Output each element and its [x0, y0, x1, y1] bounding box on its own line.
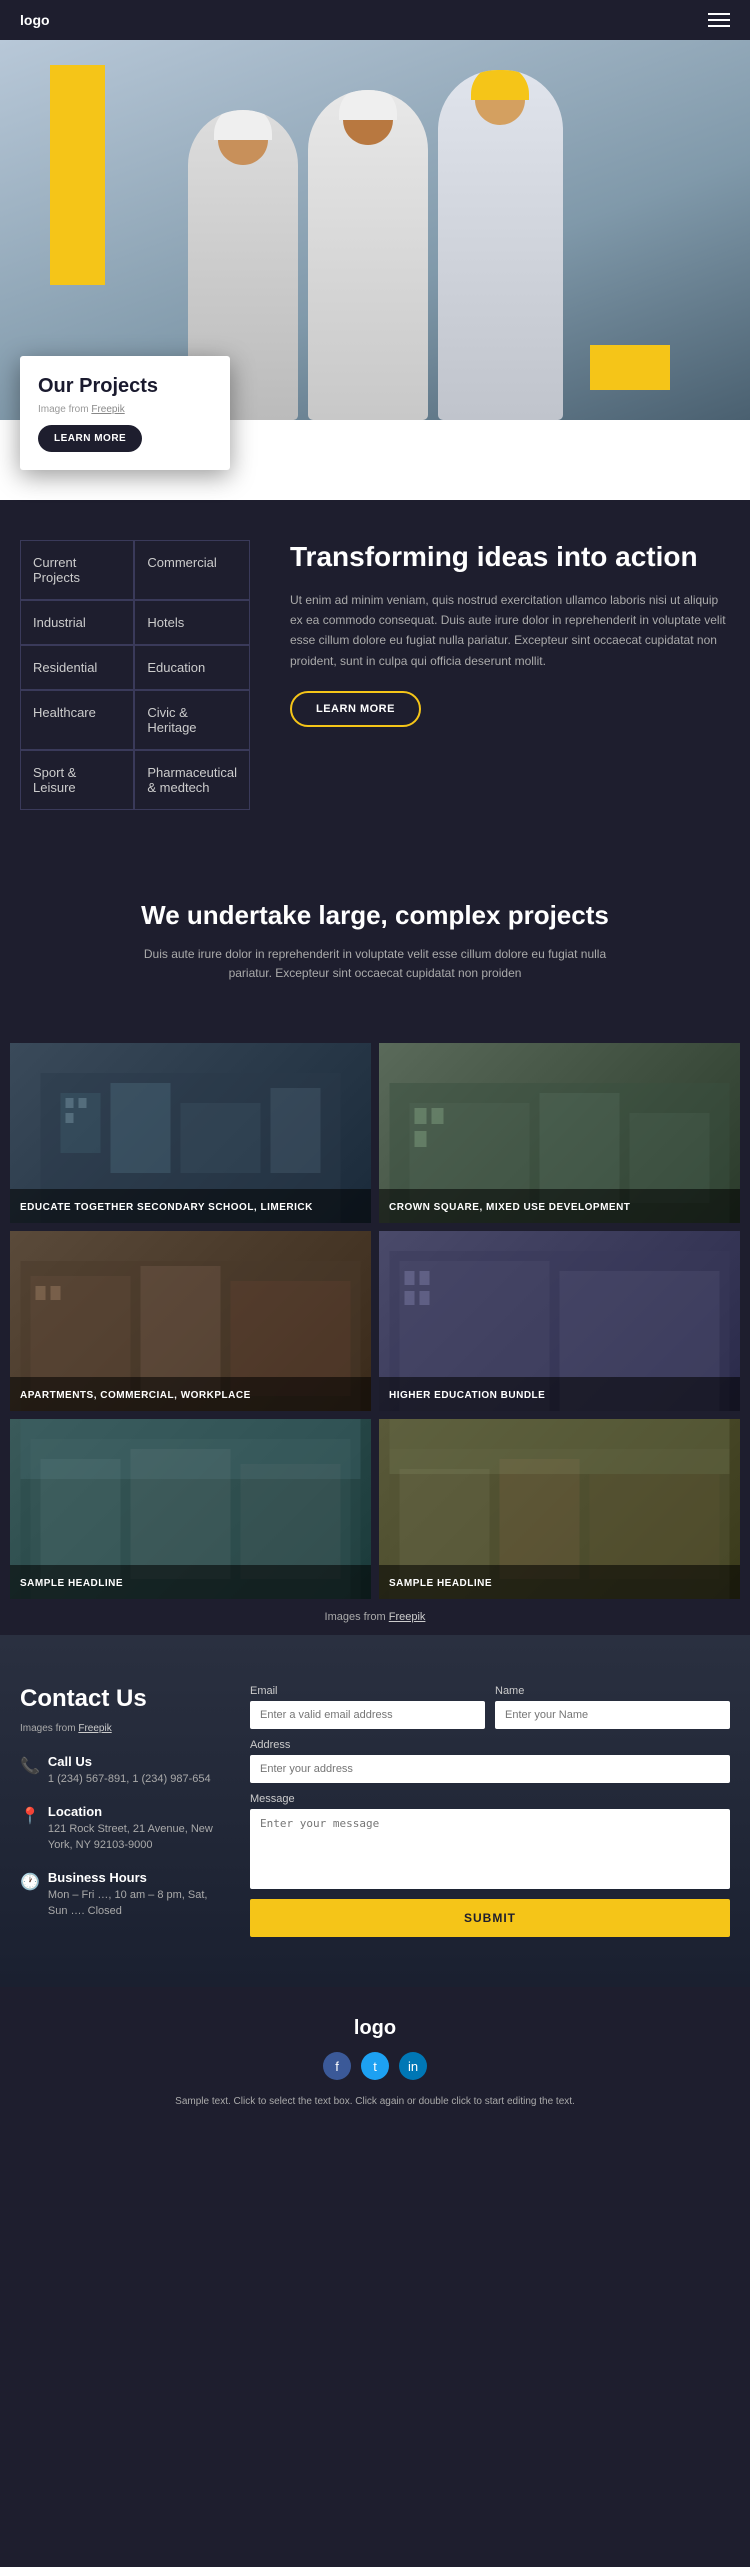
header-logo: logo [20, 12, 50, 28]
gallery-item-5[interactable]: SAMPLE HEADLINE [10, 1419, 371, 1599]
message-textarea[interactable] [250, 1809, 730, 1889]
menu-line-2 [708, 19, 730, 21]
hamburger-menu[interactable] [708, 13, 730, 27]
contact-location-item: 📍 Location 121 Rock Street, 21 Avenue, N… [20, 1804, 220, 1854]
category-civic-heritage[interactable]: Civic & Heritage [134, 690, 250, 750]
hero-credit: Image from Freepik [38, 404, 212, 415]
header: logo [0, 0, 750, 40]
fig-helmet-1 [214, 110, 272, 140]
social-facebook-icon[interactable]: f [323, 2052, 351, 2080]
figure-2 [308, 90, 428, 420]
hero-title: Our Projects [38, 374, 212, 398]
category-sport-leisure[interactable]: Sport & Leisure [20, 750, 134, 810]
contact-location-text: Location 121 Rock Street, 21 Avenue, New… [48, 1804, 220, 1854]
figure-3 [438, 70, 563, 420]
location-icon: 📍 [20, 1806, 40, 1826]
complex-section: We undertake large, complex projects Dui… [0, 850, 750, 1043]
contact-hours-text: Business Hours Mon – Fri …, 10 am – 8 pm… [48, 1870, 220, 1920]
projects-learn-more-button[interactable]: LEARN MORE [290, 691, 421, 727]
name-label: Name [495, 1685, 730, 1697]
projects-category-grid: Current Projects Commercial Industrial H… [20, 540, 250, 810]
category-industrial[interactable]: Industrial [20, 600, 134, 645]
phone-icon: 📞 [20, 1756, 40, 1776]
gallery-item-1[interactable]: EDUCATE TOGETHER SECONDARY SCHOOL, LIMER… [10, 1043, 371, 1223]
gallery-item-4[interactable]: HIGHER EDUCATION BUNDLE [379, 1231, 740, 1411]
menu-line-3 [708, 25, 730, 27]
message-label: Message [250, 1793, 730, 1805]
contact-heading: Contact Us [20, 1685, 220, 1713]
clock-icon: 🕐 [20, 1872, 40, 1892]
complex-heading: We undertake large, complex projects [20, 900, 730, 931]
gallery-label-5: SAMPLE HEADLINE [10, 1565, 371, 1599]
footer-logo: logo [20, 2017, 730, 2040]
gallery-label-4: HIGHER EDUCATION BUNDLE [379, 1377, 740, 1411]
hero-card: Our Projects Image from Freepik LEARN MO… [20, 356, 230, 470]
contact-form: Email Name Address Message SUBMIT [250, 1685, 730, 1937]
category-current-projects[interactable]: Current Projects [20, 540, 134, 600]
category-hotels[interactable]: Hotels [134, 600, 250, 645]
form-group-name: Name [495, 1685, 730, 1729]
social-icons-row: f t in [20, 2052, 730, 2080]
hero-section: Our Projects Image from Freepik LEARN MO… [0, 40, 750, 420]
category-residential[interactable]: Residential [20, 645, 134, 690]
fig-helmet-2 [339, 90, 397, 120]
social-linkedin-icon[interactable]: in [399, 2052, 427, 2080]
form-group-address: Address [250, 1739, 730, 1783]
hero-yellow-accent-left [50, 65, 105, 285]
category-education[interactable]: Education [134, 645, 250, 690]
complex-description: Duis aute irure dolor in reprehenderit i… [125, 945, 625, 983]
category-healthcare[interactable]: Healthcare [20, 690, 134, 750]
projects-heading: Transforming ideas into action [290, 540, 730, 574]
contact-section: Contact Us Images from Freepik 📞 Call Us… [0, 1635, 750, 1987]
gallery-item-2[interactable]: CROWN SQUARE, MIXED USE DEVELOPMENT [379, 1043, 740, 1223]
address-label: Address [250, 1739, 730, 1751]
gallery-item-6[interactable]: SAMPLE HEADLINE [379, 1419, 740, 1599]
address-input[interactable] [250, 1755, 730, 1783]
gallery-item-3[interactable]: APARTMENTS, COMMERCIAL, WORKPLACE [10, 1231, 371, 1411]
project-gallery: EDUCATE TOGETHER SECONDARY SCHOOL, LIMER… [0, 1043, 750, 1599]
gallery-label-2: CROWN SQUARE, MIXED USE DEVELOPMENT [379, 1189, 740, 1223]
form-group-email: Email [250, 1685, 485, 1729]
contact-image-credit: Images from Freepik [20, 1723, 220, 1734]
fig-helmet-3 [471, 70, 529, 100]
footer-note: Sample text. Click to select the text bo… [125, 2096, 625, 2107]
gallery-label-1: EDUCATE TOGETHER SECONDARY SCHOOL, LIMER… [10, 1189, 371, 1223]
submit-button[interactable]: SUBMIT [250, 1899, 730, 1937]
projects-body: Ut enim ad minim veniam, quis nostrud ex… [290, 590, 730, 672]
form-row-email-name: Email Name [250, 1685, 730, 1729]
contact-hours-item: 🕐 Business Hours Mon – Fri …, 10 am – 8 … [20, 1870, 220, 1920]
gallery-label-3: APARTMENTS, COMMERCIAL, WORKPLACE [10, 1377, 371, 1411]
projects-section: Current Projects Commercial Industrial H… [0, 500, 750, 850]
name-input[interactable] [495, 1701, 730, 1729]
category-pharma[interactable]: Pharmaceutical & medtech [134, 750, 250, 810]
email-input[interactable] [250, 1701, 485, 1729]
category-commercial[interactable]: Commercial [134, 540, 250, 600]
hero-yellow-accent-right [590, 345, 670, 390]
contact-call-item: 📞 Call Us 1 (234) 567-891, 1 (234) 987-6… [20, 1754, 220, 1788]
menu-line-1 [708, 13, 730, 15]
form-group-message: Message [250, 1793, 730, 1889]
contact-info: Contact Us Images from Freepik 📞 Call Us… [20, 1685, 220, 1937]
gallery-label-6: SAMPLE HEADLINE [379, 1565, 740, 1599]
projects-description: Transforming ideas into action Ut enim a… [290, 540, 730, 810]
social-twitter-icon[interactable]: t [361, 2052, 389, 2080]
hero-learn-more-button[interactable]: LEARN MORE [38, 425, 142, 452]
contact-call-text: Call Us 1 (234) 567-891, 1 (234) 987-654 [48, 1754, 211, 1788]
email-label: Email [250, 1685, 485, 1697]
gallery-freepik-link[interactable]: Freepik [389, 1611, 426, 1623]
gallery-image-credit: Images from Freepik [0, 1599, 750, 1635]
footer: logo f t in Sample text. Click to select… [0, 1987, 750, 2137]
